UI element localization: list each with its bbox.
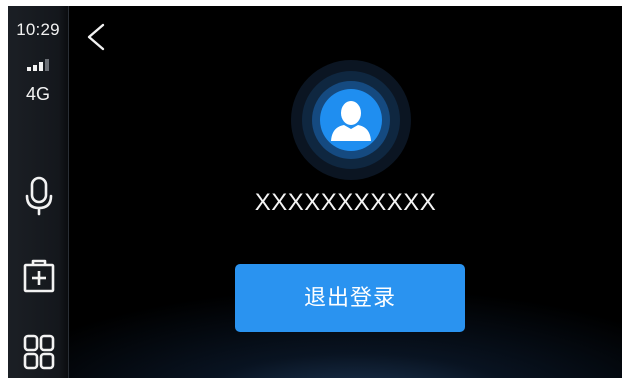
clock-time: 10:29 <box>16 20 60 39</box>
microphone-icon[interactable] <box>22 176 56 216</box>
network-type: 4G <box>25 84 50 104</box>
account-panel: XXXXXXXXXXX 退出登录 <box>69 6 622 378</box>
back-button[interactable] <box>83 22 109 52</box>
apps-grid-icon[interactable] <box>22 332 56 372</box>
username-label: XXXXXXXXXXX <box>254 189 437 216</box>
chevron-left-icon <box>87 23 105 51</box>
status-dock-sidebar: 10:29 4G <box>8 6 69 378</box>
user-avatar-icon <box>320 89 382 151</box>
logout-button[interactable]: 退出登录 <box>235 264 465 332</box>
device-screen: 10:29 4G XXXXXXXXXXX 退出登录 <box>8 6 622 378</box>
avatar <box>291 60 411 180</box>
medical-kit-icon[interactable] <box>22 256 56 296</box>
signal-strength-icon <box>27 59 51 71</box>
